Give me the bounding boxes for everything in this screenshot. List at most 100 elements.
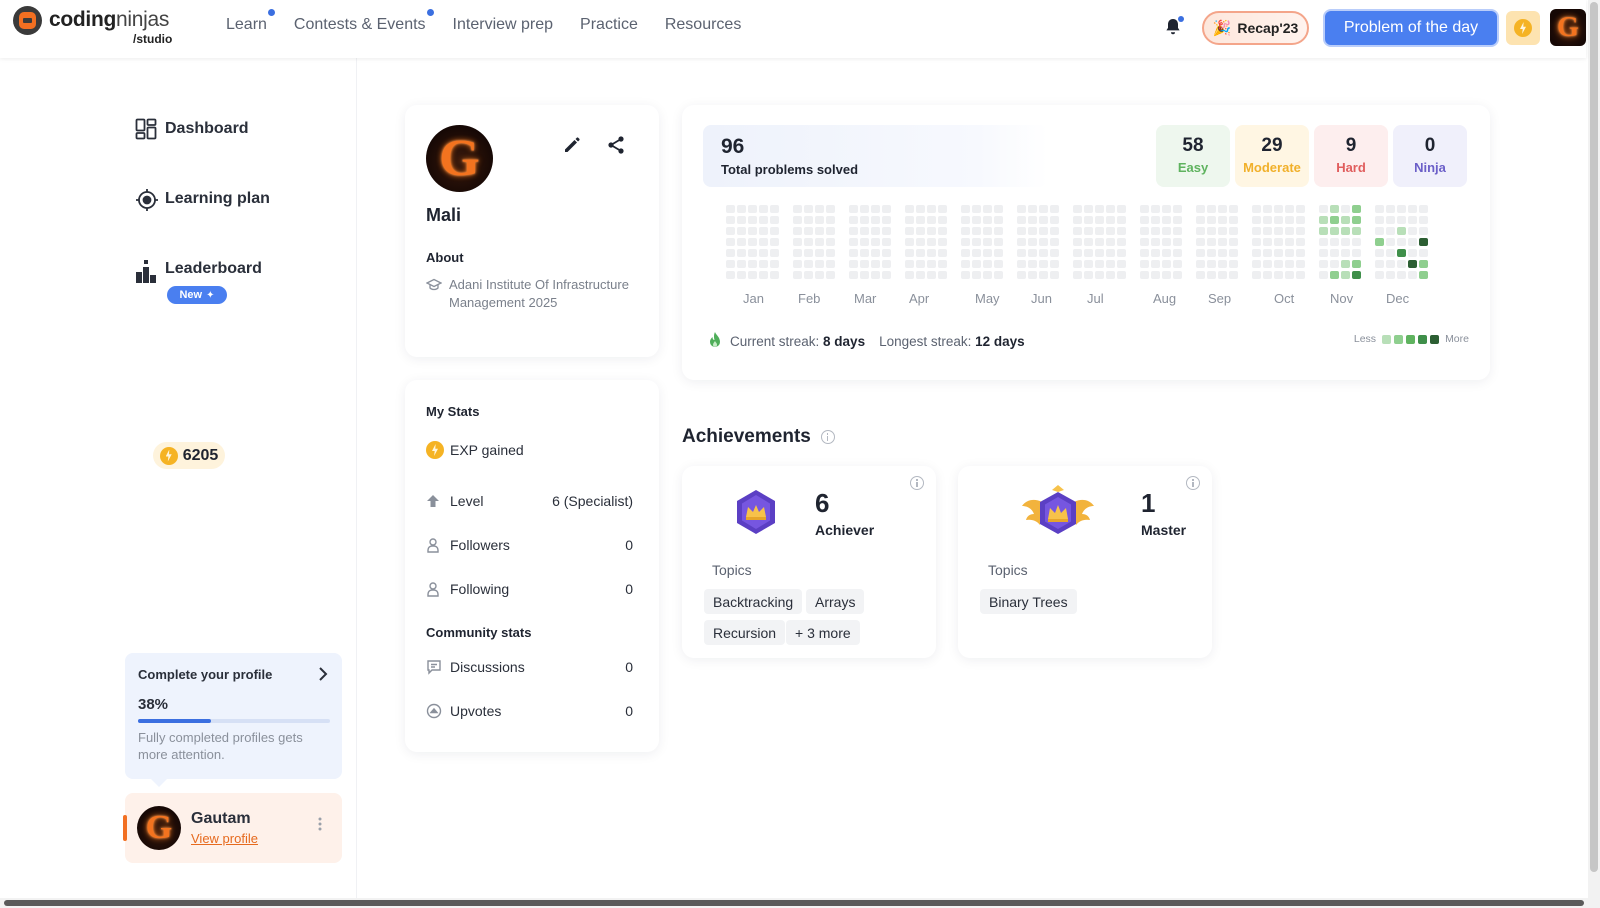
heatmap-cell[interactable] <box>961 216 970 224</box>
heatmap-cell[interactable] <box>994 227 1003 235</box>
heatmap-cell[interactable] <box>1173 205 1182 213</box>
heatmap-cell[interactable] <box>849 216 858 224</box>
heatmap-cell[interactable] <box>726 260 735 268</box>
heatmap-cell[interactable] <box>1375 260 1384 268</box>
heatmap-cell[interactable] <box>1285 216 1294 224</box>
heatmap-cell[interactable] <box>938 271 947 279</box>
scrollbar-thumb[interactable] <box>4 900 1584 906</box>
heatmap-cell[interactable] <box>826 260 835 268</box>
heatmap-cell[interactable] <box>1207 249 1216 257</box>
heatmap-cell[interactable] <box>1017 271 1026 279</box>
heatmap-cell[interactable] <box>1408 205 1417 213</box>
heatmap-cell[interactable] <box>1207 260 1216 268</box>
heatmap-cell[interactable] <box>905 227 914 235</box>
heatmap-cell[interactable] <box>1017 227 1026 235</box>
heatmap-cell[interactable] <box>1073 271 1082 279</box>
heatmap-cell[interactable] <box>1173 238 1182 246</box>
heatmap-cell[interactable] <box>770 227 779 235</box>
heatmap-cell[interactable] <box>1341 271 1350 279</box>
heatmap-cell[interactable] <box>1207 271 1216 279</box>
heatmap-cell[interactable] <box>1050 249 1059 257</box>
heatmap-cell[interactable] <box>815 249 824 257</box>
heatmap-cell[interactable] <box>1319 216 1328 224</box>
heatmap-cell[interactable] <box>961 227 970 235</box>
heatmap-cell[interactable] <box>961 238 970 246</box>
heatmap-cell[interactable] <box>1173 260 1182 268</box>
heatmap-cell[interactable] <box>1218 260 1227 268</box>
heatmap-cell[interactable] <box>1095 249 1104 257</box>
heatmap-cell[interactable] <box>1375 227 1384 235</box>
heatmap-cell[interactable] <box>748 260 757 268</box>
heatmap-cell[interactable] <box>1117 205 1126 213</box>
heatmap-cell[interactable] <box>905 205 914 213</box>
heatmap-cell[interactable] <box>759 249 768 257</box>
heatmap-cell[interactable] <box>1419 260 1428 268</box>
heatmap-cell[interactable] <box>1352 238 1361 246</box>
heatmap-cell[interactable] <box>916 205 925 213</box>
heatmap-cell[interactable] <box>849 227 858 235</box>
heatmap-cell[interactable] <box>1408 260 1417 268</box>
heatmap-cell[interactable] <box>983 227 992 235</box>
heatmap-cell[interactable] <box>1352 227 1361 235</box>
heatmap-cell[interactable] <box>1095 205 1104 213</box>
topic-chip[interactable]: Binary Trees <box>980 589 1077 614</box>
heatmap-cell[interactable] <box>1352 260 1361 268</box>
heatmap-cell[interactable] <box>1084 227 1093 235</box>
heatmap-cell[interactable] <box>826 238 835 246</box>
heatmap-cell[interactable] <box>1229 271 1238 279</box>
heatmap-cell[interactable] <box>804 271 813 279</box>
heatmap-cell[interactable] <box>793 205 802 213</box>
heatmap-cell[interactable] <box>1218 249 1227 257</box>
heatmap-cell[interactable] <box>1252 238 1261 246</box>
heatmap-cell[interactable] <box>748 238 757 246</box>
heatmap-cell[interactable] <box>1252 249 1261 257</box>
heatmap-cell[interactable] <box>927 238 936 246</box>
heatmap-cell[interactable] <box>1419 205 1428 213</box>
heatmap-cell[interactable] <box>1151 249 1160 257</box>
chevron-right-icon[interactable] <box>318 667 328 684</box>
heatmap-cell[interactable] <box>1039 227 1048 235</box>
heatmap-cell[interactable] <box>1319 205 1328 213</box>
heatmap-cell[interactable] <box>1151 271 1160 279</box>
heatmap-cell[interactable] <box>1117 227 1126 235</box>
heatmap-cell[interactable] <box>1140 227 1149 235</box>
heatmap-cell[interactable] <box>1330 249 1339 257</box>
heatmap-cell[interactable] <box>1274 205 1283 213</box>
heatmap-cell[interactable] <box>759 205 768 213</box>
heatmap-cell[interactable] <box>804 227 813 235</box>
heatmap-cell[interactable] <box>804 238 813 246</box>
heatmap-cell[interactable] <box>770 260 779 268</box>
heatmap-cell[interactable] <box>972 271 981 279</box>
heatmap-cell[interactable] <box>1375 271 1384 279</box>
submission-heatmap[interactable] <box>726 205 1428 295</box>
heatmap-cell[interactable] <box>1296 227 1305 235</box>
heatmap-cell[interactable] <box>804 216 813 224</box>
more-vertical-icon[interactable] <box>318 817 322 831</box>
heatmap-cell[interactable] <box>1084 216 1093 224</box>
heatmap-cell[interactable] <box>1397 271 1406 279</box>
heatmap-cell[interactable] <box>770 238 779 246</box>
heatmap-cell[interactable] <box>994 238 1003 246</box>
heatmap-cell[interactable] <box>759 227 768 235</box>
heatmap-cell[interactable] <box>793 227 802 235</box>
heatmap-cell[interactable] <box>916 227 925 235</box>
heatmap-cell[interactable] <box>1162 238 1171 246</box>
heatmap-cell[interactable] <box>1162 216 1171 224</box>
heatmap-cell[interactable] <box>737 227 746 235</box>
bell-icon[interactable] <box>1165 16 1184 36</box>
heatmap-cell[interactable] <box>826 216 835 224</box>
heatmap-cell[interactable] <box>826 205 835 213</box>
heatmap-cell[interactable] <box>1151 227 1160 235</box>
heatmap-cell[interactable] <box>748 216 757 224</box>
heatmap-cell[interactable] <box>1252 216 1261 224</box>
heatmap-cell[interactable] <box>927 216 936 224</box>
heatmap-cell[interactable] <box>1207 238 1216 246</box>
heatmap-cell[interactable] <box>916 249 925 257</box>
heatmap-cell[interactable] <box>1140 216 1149 224</box>
heatmap-cell[interactable] <box>1140 238 1149 246</box>
heatmap-cell[interactable] <box>916 216 925 224</box>
heatmap-cell[interactable] <box>972 227 981 235</box>
heatmap-cell[interactable] <box>860 216 869 224</box>
sidebar-item-learning-plan[interactable]: Learning plan <box>135 188 270 211</box>
heatmap-cell[interactable] <box>1218 271 1227 279</box>
